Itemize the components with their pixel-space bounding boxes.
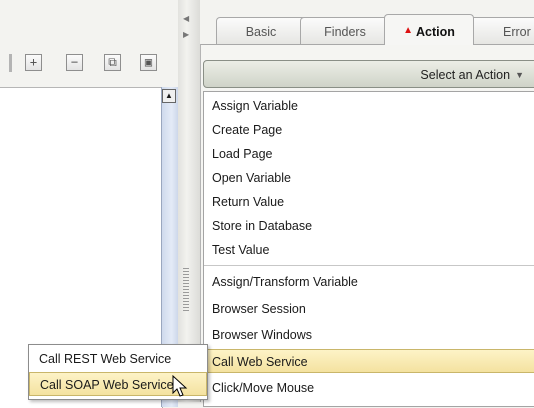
menu-item-load-page[interactable]: Load Page: [204, 142, 534, 166]
tab-label: Action: [416, 25, 455, 39]
collapse-left-arrow-icon[interactable]: ◀: [183, 14, 189, 23]
menu-item-click-move-mouse[interactable]: Click/Move Mouse: [204, 376, 534, 400]
warning-icon: ▲: [403, 25, 413, 36]
select-action-label: Select an Action: [420, 68, 511, 82]
remove-icon[interactable]: −: [66, 54, 83, 71]
menu-item-store-in-database[interactable]: Store in Database: [204, 214, 534, 238]
mouse-pointer-icon: [172, 375, 188, 397]
tab-finders[interactable]: Finders: [300, 17, 390, 44]
menu-item-browser-session[interactable]: Browser Session: [204, 297, 534, 321]
zoom-icon[interactable]: ▣: [140, 54, 157, 71]
tab-strip: Basic Finders ▲ Action Error: [200, 0, 534, 45]
menu-item-open-variable[interactable]: Open Variable: [204, 166, 534, 190]
menu-item-call-web-service[interactable]: Call Web Service: [204, 349, 534, 373]
tab-action[interactable]: ▲ Action: [384, 14, 474, 45]
tab-label: Basic: [245, 25, 277, 39]
menu-separator: [204, 265, 534, 266]
tab-error[interactable]: Error: [468, 17, 534, 44]
menu-item-assign-variable[interactable]: Assign Variable: [204, 94, 534, 118]
menu-item-return-value[interactable]: Return Value: [204, 190, 534, 214]
menu-item-create-page[interactable]: Create Page: [204, 118, 534, 142]
tree-toolbar: + − ⧉ ▣: [0, 42, 180, 82]
collapse-right-arrow-icon[interactable]: ▶: [183, 30, 189, 39]
select-action-button[interactable]: Select an Action ▼: [203, 60, 534, 88]
tab-label: Error: [503, 25, 531, 39]
tab-label: Finders: [324, 25, 366, 39]
submenu-item-call-rest[interactable]: Call REST Web Service: [29, 347, 207, 371]
chevron-down-icon: ▼: [515, 70, 524, 80]
menu-item-test-value[interactable]: Test Value: [204, 238, 534, 262]
action-menu: Assign Variable Create Page Load Page Op…: [203, 91, 534, 407]
toolbar-separator: [9, 54, 12, 72]
tab-basic[interactable]: Basic: [216, 17, 306, 44]
add-icon[interactable]: +: [25, 54, 42, 71]
splitter-grip-icon[interactable]: [183, 268, 189, 312]
pane-splitter[interactable]: [178, 0, 200, 402]
scroll-up-arrow-icon[interactable]: ▲: [162, 89, 176, 103]
menu-item-assign-transform-variable[interactable]: Assign/Transform Variable: [204, 270, 534, 294]
menu-item-browser-windows[interactable]: Browser Windows: [204, 323, 534, 347]
copy-icon[interactable]: ⧉: [104, 54, 121, 71]
